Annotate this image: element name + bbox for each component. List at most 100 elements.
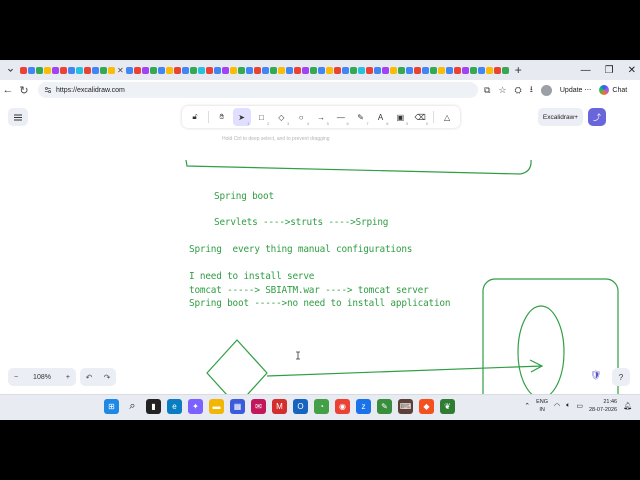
note-text[interactable]: I need to install serve: [189, 271, 314, 282]
note-text[interactable]: Servlets ---->struts ---->Srping: [214, 217, 388, 228]
selection-tool[interactable]: ➤ 1: [232, 108, 251, 126]
tab-favicon[interactable]: [485, 66, 493, 74]
tab-favicon[interactable]: [125, 66, 133, 74]
git-icon[interactable]: ◆: [419, 399, 434, 414]
undo-icon[interactable]: ↶: [86, 373, 93, 382]
help-button[interactable]: ?: [612, 368, 630, 386]
tab-favicon[interactable]: [68, 66, 75, 74]
file-explorer-icon[interactable]: ▬: [209, 399, 224, 414]
tab-favicon[interactable]: [213, 66, 221, 74]
whatsapp-icon[interactable]: ◔: [314, 399, 329, 414]
note-text[interactable]: Spring boot: [214, 191, 274, 202]
ellipse-tool[interactable]: ○ 4: [292, 108, 310, 127]
tab-favicon[interactable]: [237, 66, 245, 74]
tab-favicon[interactable]: [84, 66, 91, 74]
shield-icon[interactable]: 🛡︎: [590, 370, 601, 381]
tab-favicon[interactable]: [253, 66, 261, 74]
url-text[interactable]: https://excalidraw.com: [56, 87, 125, 94]
image-tool[interactable]: ▣ 9: [391, 108, 409, 127]
main-menu-button[interactable]: [8, 108, 28, 126]
tab-favicon[interactable]: [221, 66, 229, 74]
tab-favicon[interactable]: [293, 66, 301, 74]
outlook-icon[interactable]: O: [293, 399, 308, 414]
extensions-icon[interactable]: ⛭: [515, 85, 522, 96]
tab-favicon[interactable]: [100, 66, 107, 74]
tab-favicon[interactable]: [493, 66, 501, 74]
chevron-up-icon[interactable]: ⌃: [524, 402, 530, 410]
tab-favicon[interactable]: [261, 66, 269, 74]
share-button[interactable]: ⤴: [588, 108, 606, 126]
tab-favicon[interactable]: [157, 66, 165, 74]
note-text[interactable]: Spring boot ----->no need to install app…: [189, 298, 451, 309]
zoom-app-icon[interactable]: z: [356, 399, 371, 414]
tab-favicon[interactable]: [445, 66, 453, 74]
tab-favicon[interactable]: [365, 66, 373, 74]
clock[interactable]: 21:46 28-07-2026: [589, 398, 617, 414]
arrow-tool[interactable]: → 5: [312, 108, 330, 127]
tab-favicon[interactable]: [453, 66, 461, 74]
tab-favicon[interactable]: [301, 66, 309, 74]
tab-favicon[interactable]: [309, 66, 317, 74]
tab-favicon[interactable]: [325, 66, 333, 74]
rectangle-tool[interactable]: □ 2: [253, 108, 271, 127]
tab-favicon[interactable]: [277, 66, 285, 74]
install-app-icon[interactable]: ⧉: [484, 85, 490, 96]
tab-favicon[interactable]: [60, 66, 67, 74]
diamond-tool[interactable]: ◇ 3: [272, 108, 290, 127]
terminal-icon[interactable]: ⌨: [398, 399, 413, 414]
tab-favicon[interactable]: [469, 66, 477, 74]
tab-favicon[interactable]: [413, 66, 421, 74]
tab-favicon[interactable]: [333, 66, 341, 74]
edge-icon[interactable]: e: [167, 399, 182, 414]
tab-favicon[interactable]: [429, 66, 437, 74]
tab-favicon[interactable]: [28, 66, 35, 74]
tab-favicon[interactable]: [92, 66, 99, 74]
search-icon[interactable]: ⌕: [125, 399, 140, 414]
tab-favicon[interactable]: [317, 66, 325, 74]
close-window-button[interactable]: ✕: [628, 65, 636, 76]
tab-favicon[interactable]: [285, 66, 293, 74]
tab-favicon[interactable]: [437, 66, 445, 74]
tab-favicon[interactable]: [389, 66, 397, 74]
notification-icon[interactable]: 🔔︎: [623, 402, 632, 410]
tab-favicon[interactable]: [165, 66, 173, 74]
update-button[interactable]: Update ⋯: [560, 86, 592, 94]
tab-favicon[interactable]: [229, 66, 237, 74]
tab-favicon[interactable]: [461, 66, 469, 74]
mongodb-icon[interactable]: ❦: [440, 399, 455, 414]
language-indicator[interactable]: ENG IN: [536, 398, 548, 414]
chrome-icon[interactable]: ◉: [335, 399, 350, 414]
tab-favicon[interactable]: [405, 66, 413, 74]
minimize-button[interactable]: —: [581, 65, 591, 76]
tab-close-icon[interactable]: ✕: [117, 66, 124, 75]
tab-favicon[interactable]: [133, 66, 141, 74]
avatar[interactable]: [540, 84, 552, 96]
tab-favicon[interactable]: [349, 66, 357, 74]
tab-favicon[interactable]: [205, 66, 213, 74]
tab-search-dropdown[interactable]: [2, 62, 18, 78]
tab-favicon[interactable]: [501, 66, 509, 74]
eraser-tool[interactable]: ⌫ 0: [411, 108, 429, 127]
tab-favicon[interactable]: [181, 66, 189, 74]
draw-tool[interactable]: ✎ 7: [352, 108, 370, 127]
tab-favicon[interactable]: [36, 66, 43, 74]
hand-tool[interactable]: ✋︎: [213, 108, 231, 126]
task-view-icon[interactable]: ▮: [146, 399, 161, 414]
note-text[interactable]: Spring every thing manual configurations: [189, 244, 412, 255]
drawing-canvas[interactable]: 🔓︎ ✋︎ ➤ 1 □ 2 ◇ 3 ○ 4 → 5 —6 ✎ 7 A8 ▣ 9 ⌫ 0 △ Ho…: [0, 100, 640, 394]
tab-favicon[interactable]: [141, 66, 149, 74]
line-tool[interactable]: —6: [332, 108, 350, 127]
tab-favicon[interactable]: [52, 66, 59, 74]
bookmark-star-icon[interactable]: ☆: [498, 85, 506, 96]
lock-tool[interactable]: 🔓︎: [186, 108, 204, 126]
tab-favicon[interactable]: [20, 66, 27, 74]
windows-start-icon[interactable]: ⊞: [104, 399, 119, 414]
zoom-level[interactable]: 108%: [33, 374, 51, 381]
tab-favicon[interactable]: [397, 66, 405, 74]
back-button[interactable]: ←: [0, 84, 16, 96]
tab-favicon[interactable]: [357, 66, 365, 74]
text-tool[interactable]: A8: [372, 108, 390, 127]
tab-favicon[interactable]: [477, 66, 485, 74]
tab-favicon[interactable]: [381, 66, 389, 74]
mail-icon[interactable]: ✉: [251, 399, 266, 414]
